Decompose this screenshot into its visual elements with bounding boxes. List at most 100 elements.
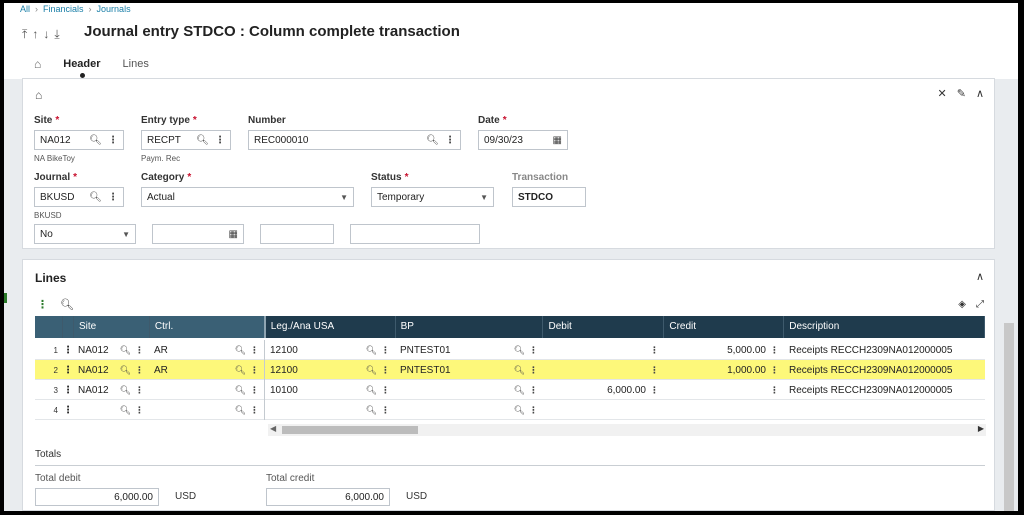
cell-bp[interactable]: 🔍︎ ⋮ (395, 380, 543, 400)
search-icon[interactable]: 🔍︎ (366, 345, 377, 356)
row-menu-icon[interactable]: ⋮ (63, 400, 73, 420)
cell-description[interactable]: Receipts RECCH2309NA012000005 (784, 340, 985, 360)
scroll-left-icon[interactable]: ◀ (270, 424, 276, 433)
table-row-highlighted[interactable]: 2 ⋮ NA012 🔍︎ ⋮ AR 🔍︎ ⋮ 12100 🔍︎ ⋮ PNTEST01 🔍︎ ⋮ … (35, 360, 985, 380)
entry-type-field[interactable]: RECPT 🔍︎ ⋮ (141, 130, 231, 150)
search-icon[interactable]: 🔍︎ (120, 385, 131, 396)
journal-field[interactable]: BKUSD 🔍︎ ⋮ (34, 187, 124, 207)
more-options-icon[interactable]: ⋮ (135, 345, 144, 356)
search-icon[interactable]: 🔍︎ (235, 365, 246, 376)
more-options-icon[interactable]: ⋮ (135, 365, 144, 376)
grid-menu-icon[interactable]: ⋮ (37, 298, 48, 311)
more-options-icon[interactable]: ⋮ (529, 385, 538, 396)
layers-icon[interactable]: ◈ (958, 299, 966, 310)
last-record-icon[interactable]: ⤓ (54, 27, 59, 42)
more-options-icon[interactable]: ⋮ (529, 405, 538, 416)
header-bp[interactable]: BP (395, 316, 544, 338)
cell-credit[interactable]: 5,000.00 ⋮ (664, 340, 784, 360)
row-menu-icon[interactable]: ⋮ (63, 340, 73, 360)
cell-debit[interactable]: ⋮ (543, 340, 664, 360)
more-options-icon[interactable]: ⋮ (250, 385, 259, 396)
cell-description[interactable]: Receipts RECCH2309NA012000005 (784, 360, 985, 380)
search-icon[interactable]: 🔍︎ (120, 405, 131, 416)
row-menu-icon[interactable]: ⋮ (63, 360, 73, 380)
partial-field-wide[interactable] (350, 224, 480, 244)
cell-debit[interactable] (543, 400, 664, 420)
cell-ctrl[interactable]: AR 🔍︎ ⋮ (149, 340, 265, 360)
scrollbar-thumb[interactable] (282, 426, 418, 434)
search-icon[interactable]: 🔍︎ (366, 365, 377, 376)
header-site[interactable]: Site (73, 316, 150, 338)
search-icon[interactable]: 🔍︎ (89, 192, 102, 203)
breadcrumb-all[interactable]: All (20, 4, 30, 14)
search-icon[interactable]: 🔍︎ (235, 405, 246, 416)
more-options-icon[interactable]: ⋮ (445, 135, 455, 146)
cell-site[interactable]: NA012 🔍︎ ⋮ (73, 360, 149, 380)
first-record-icon[interactable]: ⤒ (22, 27, 27, 42)
more-options-icon[interactable]: ⋮ (108, 135, 118, 146)
more-options-icon[interactable]: ⋮ (770, 365, 779, 376)
header-debit[interactable]: Debit (543, 316, 665, 338)
category-select[interactable]: Actual ▼ (141, 187, 354, 207)
more-options-icon[interactable]: ⋮ (381, 385, 390, 396)
breadcrumb-financials[interactable]: Financials (43, 4, 84, 14)
more-options-icon[interactable]: ⋮ (529, 365, 538, 376)
more-options-icon[interactable]: ⋮ (770, 385, 779, 396)
status-select[interactable]: Temporary ▼ (371, 187, 494, 207)
date-field[interactable]: 09/30/23 ▦ (478, 130, 568, 150)
cell-debit[interactable]: 6,000.00 ⋮ (543, 380, 664, 400)
scroll-right-icon[interactable]: ▶ (978, 424, 984, 433)
cell-ctrl[interactable]: 🔍︎ ⋮ (149, 380, 265, 400)
home-tab-icon[interactable]: ⌂ (34, 57, 41, 71)
collapse-icon[interactable]: ∧ (976, 87, 984, 100)
header-ctrl[interactable]: Ctrl. (149, 316, 266, 338)
more-options-icon[interactable]: ⋮ (108, 192, 118, 203)
cell-account[interactable]: 10100 🔍︎ ⋮ (265, 380, 395, 400)
search-icon[interactable]: 🔍︎ (196, 135, 209, 146)
header-credit[interactable]: Credit (664, 316, 785, 338)
search-icon[interactable]: 🔍︎ (120, 365, 131, 376)
more-options-icon[interactable]: ⋮ (650, 365, 659, 376)
cell-bp[interactable]: PNTEST01 🔍︎ ⋮ (395, 360, 543, 380)
cell-account[interactable]: 🔍︎ ⋮ (265, 400, 395, 420)
more-options-icon[interactable]: ⋮ (250, 345, 259, 356)
search-icon[interactable]: 🔍︎ (235, 345, 246, 356)
more-options-icon[interactable]: ⋮ (135, 385, 144, 396)
cell-ctrl[interactable]: 🔍︎ ⋮ (149, 400, 265, 420)
cell-account[interactable]: 12100 🔍︎ ⋮ (265, 360, 395, 380)
edit-pencil-icon[interactable]: ✎ (957, 87, 966, 100)
table-row[interactable]: 1 ⋮ NA012 🔍︎ ⋮ AR 🔍︎ ⋮ 12100 🔍︎ ⋮ PNTEST01 🔍︎ ⋮ … (35, 340, 985, 360)
partial-field[interactable] (260, 224, 334, 244)
cell-credit[interactable]: ⋮ (664, 380, 784, 400)
expand-icon[interactable]: ⤢ (976, 299, 984, 310)
more-options-icon[interactable]: ⋮ (381, 405, 390, 416)
search-icon[interactable]: 🔍︎ (514, 385, 525, 396)
cell-description[interactable]: Receipts RECCH2309NA012000005 (784, 380, 985, 400)
cell-bp[interactable]: PNTEST01 🔍︎ ⋮ (395, 340, 543, 360)
more-options-icon[interactable]: ⋮ (250, 405, 259, 416)
search-icon[interactable]: 🔍︎ (235, 385, 246, 396)
tools-icon[interactable]: ✕ (938, 87, 947, 100)
more-options-icon[interactable]: ⋮ (215, 135, 225, 146)
more-options-icon[interactable]: ⋮ (650, 385, 659, 396)
number-field[interactable]: REC000010 🔍︎ ⋮ (248, 130, 461, 150)
cell-site[interactable]: NA012 🔍︎ ⋮ (73, 380, 149, 400)
cell-site[interactable]: NA012 🔍︎ ⋮ (73, 340, 149, 360)
partial-select[interactable]: No ▼ (34, 224, 136, 244)
row-menu-icon[interactable]: ⋮ (63, 380, 73, 400)
header-description[interactable]: Description (784, 316, 985, 338)
cell-bp[interactable]: 🔍︎ ⋮ (395, 400, 543, 420)
next-record-icon[interactable]: ↓ (43, 27, 49, 42)
more-options-icon[interactable]: ⋮ (381, 345, 390, 356)
search-icon[interactable]: 🔍︎ (89, 135, 102, 146)
more-options-icon[interactable]: ⋮ (529, 345, 538, 356)
search-icon[interactable]: 🔍︎ (514, 405, 525, 416)
table-row[interactable]: 4 ⋮ 🔍︎ ⋮ 🔍︎ ⋮ 🔍︎ ⋮ 🔍︎ ⋮ (35, 400, 985, 420)
tab-lines[interactable]: Lines (123, 58, 149, 70)
table-row[interactable]: 3 ⋮ NA012 🔍︎ ⋮ 🔍︎ ⋮ 10100 🔍︎ ⋮ 🔍︎ ⋮ 6,000.00 ⋮ … (35, 380, 985, 400)
more-options-icon[interactable]: ⋮ (250, 365, 259, 376)
cell-debit[interactable]: ⋮ (543, 360, 664, 380)
cell-description[interactable] (784, 400, 985, 420)
more-options-icon[interactable]: ⋮ (381, 365, 390, 376)
more-options-icon[interactable]: ⋮ (770, 345, 779, 356)
